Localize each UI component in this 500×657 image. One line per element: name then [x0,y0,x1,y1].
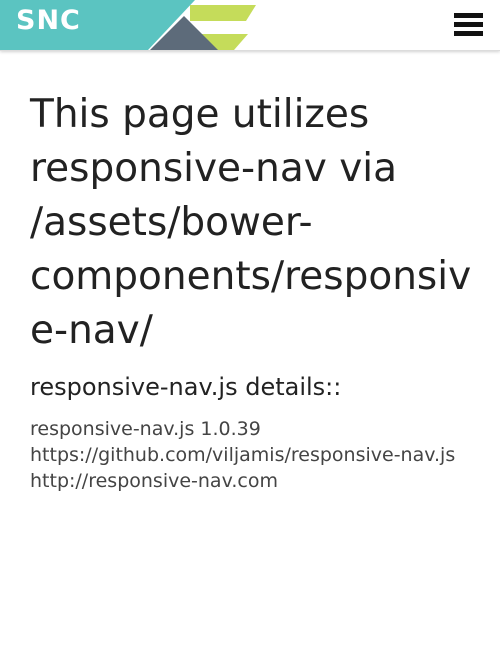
page-title: This page utilizes responsive-nav via /a… [30,92,472,353]
hamburger-menu-icon[interactable] [452,10,486,40]
details-list: responsive-nav.js 1.0.39 https://github.… [30,416,492,494]
details-heading: responsive-nav.js details:: [30,373,342,401]
main-content: This page utilizes responsive-nav via /a… [30,88,492,494]
menu-bar-middle [454,22,483,27]
repo-link[interactable]: https://github.com/viljamis/responsive-n… [30,442,492,468]
menu-bar-top [454,13,483,18]
menu-bar-bottom [454,31,483,36]
site-logo[interactable]: SNC [16,7,81,34]
site-link[interactable]: http://responsive-nav.com [30,468,492,494]
version-line: responsive-nav.js 1.0.39 [30,418,261,440]
site-header: SNC [0,0,500,51]
